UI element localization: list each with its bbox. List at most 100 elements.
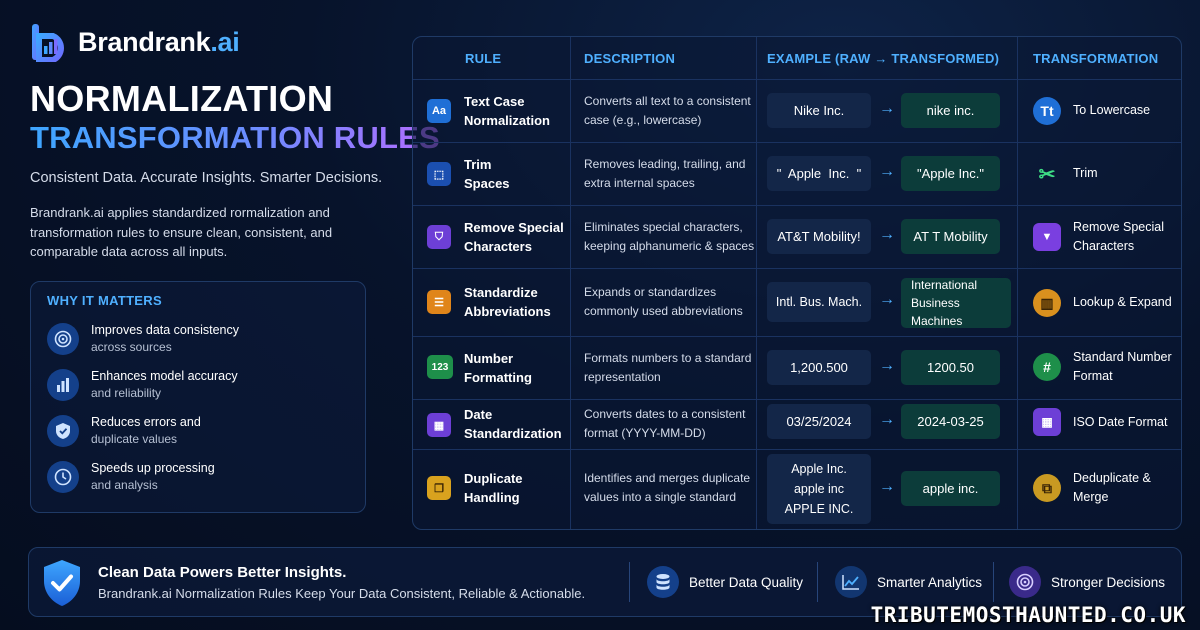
transformation-name: Remove Special Characters xyxy=(1073,220,1165,253)
table-row: Aa Text Case Normalization Converts all … xyxy=(413,79,1181,142)
calendar-icon: ▦ xyxy=(427,413,451,437)
rule-name: Date Standardization xyxy=(464,407,562,441)
transformed-value: "Apple Inc." xyxy=(901,156,1000,191)
table-header: RULE DESCRIPTION EXAMPLE (RAW → TRANSFOR… xyxy=(413,37,1181,79)
raw-value: 1,200.500 xyxy=(767,350,871,385)
raw-value: Nike Inc. xyxy=(767,93,871,128)
intro-text: Brandrank.ai applies standardized rormal… xyxy=(30,205,333,259)
brand-logo: Brandrank.ai xyxy=(30,22,240,63)
rule-description: Converts dates to a consistent format (Y… xyxy=(584,407,746,440)
rule-name: Standardize Abbreviations xyxy=(464,285,551,319)
footer-subtitle: Brandrank.ai Normalization Rules Keep Yo… xyxy=(98,586,586,601)
why-title: WHY IT MATTERS xyxy=(47,293,162,308)
brandrank-logo-icon xyxy=(30,22,68,63)
copy-icon: ❐ xyxy=(427,476,451,500)
transformation-name: Deduplicate & Merge xyxy=(1073,471,1151,504)
target-icon xyxy=(1009,566,1041,598)
raw-value: 03/25/2024 xyxy=(767,404,871,439)
rule-description: Identifies and merges duplicate values i… xyxy=(584,471,751,504)
footer-title: Clean Data Powers Better Insights. xyxy=(98,564,347,581)
transformed-value: apple inc. xyxy=(901,471,1000,506)
table-row: ☰ Standardize Abbreviations Expands or s… xyxy=(413,268,1181,336)
raw-value: Apple Inc. xyxy=(791,462,847,476)
arrow-right-icon: → xyxy=(879,226,895,243)
transformation-name: To Lowercase xyxy=(1073,103,1151,117)
tagline: Consistent Data. Accurate Insights. Smar… xyxy=(30,170,383,186)
table-row: ❐ Duplicate Handling Identifies and merg… xyxy=(413,449,1181,529)
transformed-value: International Business Machines xyxy=(901,278,1011,328)
lowercase-icon: Tt xyxy=(1033,97,1061,125)
rule-description: Converts all text to a consistent case (… xyxy=(584,94,751,127)
raw-value: " Apple Inc. " xyxy=(767,156,871,191)
bar-chart-icon xyxy=(47,369,79,401)
rule-name: Text Case Normalization xyxy=(464,94,550,128)
header-rule: RULE xyxy=(465,51,502,66)
table-row: 123 Number Formatting Formats numbers to… xyxy=(413,336,1181,399)
transformed-value: 2024-03-25 xyxy=(901,404,1000,439)
header-example: EXAMPLE (RAW → TRANSFORMED) xyxy=(767,51,1000,66)
raw-value: APPLE INC. xyxy=(784,502,854,516)
clock-icon xyxy=(47,461,79,493)
table-row: ⬚ Trim Spaces Removes leading, trailing,… xyxy=(413,142,1181,205)
merge-icon: ⧉ xyxy=(1033,474,1061,502)
line-chart-icon xyxy=(835,566,867,598)
header-transformation: TRANSFORMATION xyxy=(1033,51,1159,66)
rule-description: Eliminates special characters, keeping a… xyxy=(584,220,755,253)
feature-label: Smarter Analytics xyxy=(877,574,983,590)
feature-item: Stronger Decisions xyxy=(1009,562,1165,602)
divider xyxy=(993,562,994,602)
raw-value: Intl. Bus. Mach. xyxy=(767,282,871,322)
arrow-right-icon: → xyxy=(879,478,895,495)
transformation-name: Standard Number Format xyxy=(1073,350,1172,383)
arrow-right-icon: → xyxy=(879,291,895,308)
shield-icon: ⛉ xyxy=(427,225,451,249)
book-icon: ▥ xyxy=(1033,289,1061,317)
rule-description: Expands or standardizes commonly used ab… xyxy=(584,285,743,318)
trim-spaces-icon: ⬚ xyxy=(427,162,451,186)
transformation-name: Lookup & Expand xyxy=(1073,295,1172,309)
why-it-matters-panel: WHY IT MATTERS Improves data consistency… xyxy=(30,281,366,513)
why-item: Improves data consistency across sources xyxy=(47,316,349,362)
raw-value: apple inc xyxy=(793,482,845,496)
transformation-name: Trim xyxy=(1073,166,1098,180)
scissors-icon: ✂ xyxy=(1038,163,1056,186)
rule-description: Formats numbers to a standard representa… xyxy=(584,351,752,384)
rule-name: Duplicate Handling xyxy=(464,471,523,505)
page-title: NORMALIZATION xyxy=(30,78,334,119)
brand-name: Brandrank.ai xyxy=(78,26,240,57)
target-icon xyxy=(47,323,79,355)
shield-check-icon xyxy=(47,415,79,447)
feature-item: Better Data Quality xyxy=(647,562,803,602)
calendar-icon: ▦ xyxy=(1033,408,1061,436)
feature-label: Stronger Decisions xyxy=(1051,574,1166,590)
hash-icon: # xyxy=(1033,353,1061,381)
feature-label: Better Data Quality xyxy=(689,574,804,590)
table-row: ▦ Date Standardization Converts dates to… xyxy=(413,399,1181,449)
why-item: Reduces errors and duplicate values xyxy=(47,408,349,454)
watermark: TRIBUTEMOSTHAUNTED.CO.UK xyxy=(870,603,1186,627)
arrow-right-icon: → xyxy=(879,411,895,428)
transformed-value: nike inc. xyxy=(901,93,1000,128)
table-row: ⛉ Remove Special Characters Eliminates s… xyxy=(413,205,1181,268)
database-icon xyxy=(647,566,679,598)
transformed-value: AT T Mobility xyxy=(901,219,1000,254)
rule-name: Remove Special Characters xyxy=(464,220,564,254)
raw-values-list: Apple Inc. apple inc APPLE INC. xyxy=(767,454,871,524)
page-subtitle: TRANSFORMATION RULES xyxy=(30,120,440,155)
divider xyxy=(629,562,630,602)
rule-name: Trim Spaces xyxy=(464,157,510,191)
rule-name: Number Formatting xyxy=(464,351,532,385)
why-item: Enhances model accuracy and reliability xyxy=(47,362,349,408)
list-icon: ☰ xyxy=(427,290,451,314)
filter-icon: ▼ xyxy=(1033,223,1061,251)
arrow-right-icon: → xyxy=(879,100,895,117)
divider xyxy=(817,562,818,602)
shield-check-icon xyxy=(41,558,83,608)
arrow-right-icon: → xyxy=(879,357,895,374)
arrow-right-icon: → xyxy=(879,163,895,180)
number-icon: 123 xyxy=(427,355,453,379)
rules-table: RULE DESCRIPTION EXAMPLE (RAW → TRANSFOR… xyxy=(412,36,1182,530)
feature-item: Smarter Analytics xyxy=(835,562,982,602)
transformation-name: ISO Date Format xyxy=(1073,415,1168,429)
text-case-icon: Aa xyxy=(427,99,451,123)
